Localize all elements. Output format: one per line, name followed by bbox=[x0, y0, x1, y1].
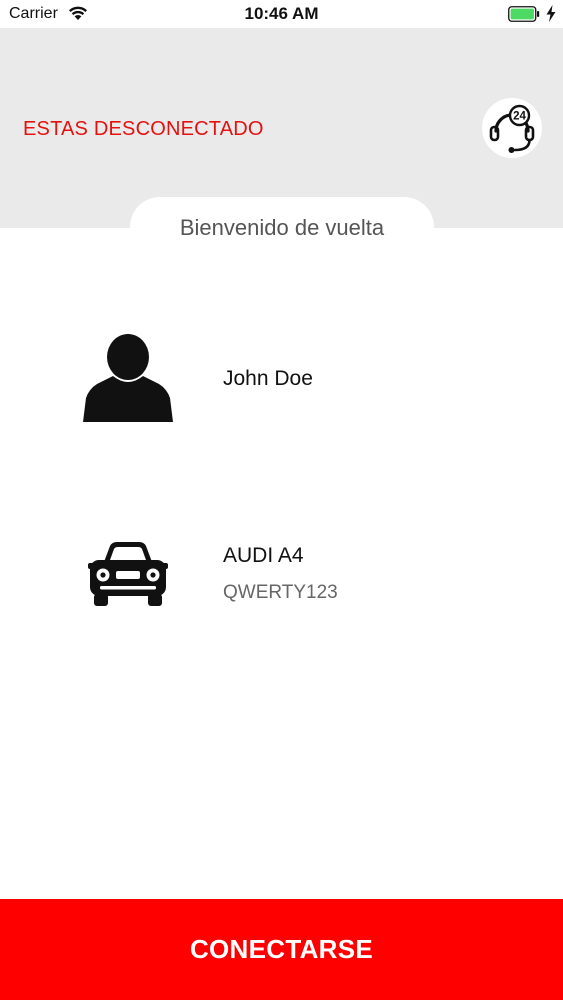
welcome-tab: Bienvenido de vuelta bbox=[130, 197, 434, 257]
car-icon bbox=[88, 540, 168, 608]
user-row: John Doe bbox=[0, 330, 563, 425]
user-avatar-icon bbox=[83, 332, 173, 424]
charging-bolt-icon bbox=[545, 5, 557, 22]
welcome-text: Bienvenido de vuelta bbox=[179, 215, 385, 240]
support-24h-button[interactable]: 24 bbox=[482, 98, 542, 158]
connect-button[interactable]: CONECTARSE bbox=[0, 899, 563, 1000]
status-bar: Carrier 10:46 AM bbox=[0, 0, 563, 28]
vehicle-plate: QWERTY123 bbox=[223, 582, 338, 603]
vehicle-row: AUDI A4 QWERTY123 bbox=[0, 540, 563, 610]
connection-status-text: ESTAS DESCONECTADO bbox=[23, 118, 264, 140]
user-name: John Doe bbox=[223, 367, 313, 390]
support-badge-text: 24 bbox=[513, 111, 526, 123]
clock: 10:46 AM bbox=[244, 4, 319, 23]
support-24h-headset-icon: 24 bbox=[489, 104, 535, 153]
battery-icon bbox=[508, 6, 540, 22]
vehicle-model: AUDI A4 bbox=[223, 544, 304, 567]
